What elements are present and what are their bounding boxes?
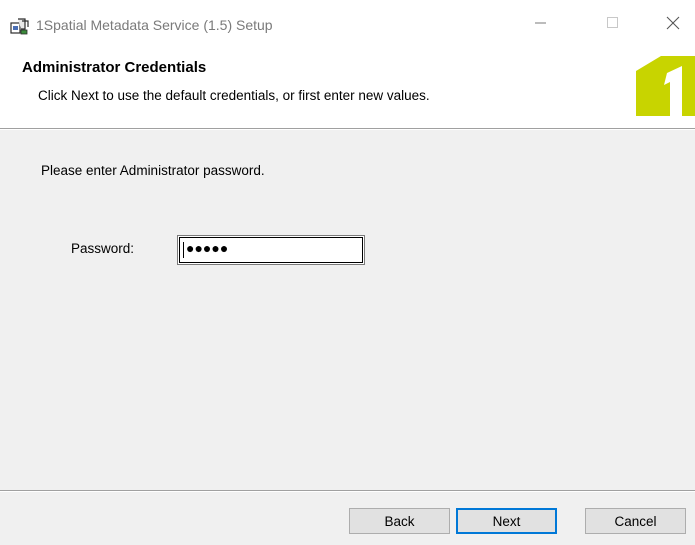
header-banner: Administrator Credentials Click Next to … (0, 50, 695, 128)
page-subtitle: Click Next to use the default credential… (38, 88, 430, 103)
password-prompt: Please enter Administrator password. (41, 163, 265, 178)
next-button[interactable]: Next (456, 508, 557, 534)
back-button[interactable]: Back (349, 508, 450, 534)
page-title: Administrator Credentials (22, 59, 207, 76)
maximize-button[interactable] (591, 8, 635, 42)
installer-window: 1Spatial Metadata Service (1.5) Setup Ad… (0, 0, 695, 545)
maximize-icon (607, 16, 619, 34)
cancel-button[interactable]: Cancel (585, 508, 686, 534)
minimize-button[interactable] (519, 8, 563, 42)
installer-icon (10, 17, 30, 35)
1spatial-logo-icon (636, 56, 695, 116)
password-label: Password: (71, 241, 135, 256)
minimize-icon (535, 16, 547, 34)
title-bar: 1Spatial Metadata Service (1.5) Setup (0, 0, 695, 50)
close-icon (666, 16, 680, 35)
close-button[interactable] (651, 8, 695, 42)
password-caret (183, 242, 184, 258)
window-title: 1Spatial Metadata Service (1.5) Setup (36, 17, 273, 33)
footer-divider-highlight (0, 491, 695, 492)
password-field[interactable] (177, 235, 365, 265)
header-divider-highlight (0, 129, 695, 130)
